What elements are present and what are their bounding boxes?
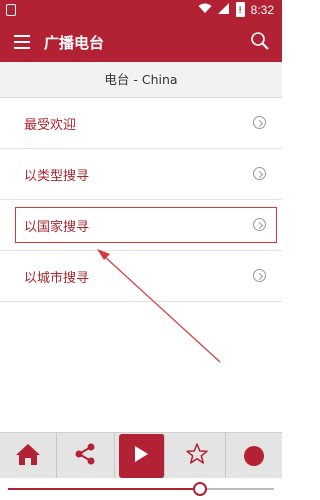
home-icon bbox=[15, 442, 41, 470]
status-time: 8:32 bbox=[250, 2, 274, 17]
notification-icon bbox=[6, 4, 16, 16]
record-button[interactable] bbox=[226, 433, 282, 479]
play-button[interactable] bbox=[118, 434, 165, 478]
favorite-button[interactable] bbox=[169, 433, 226, 479]
list-item-label: 以国家搜寻 bbox=[24, 220, 90, 235]
signal-icon bbox=[217, 2, 230, 17]
record-icon bbox=[243, 446, 264, 466]
home-button[interactable] bbox=[0, 433, 58, 479]
play-icon bbox=[133, 445, 149, 467]
menu-list: 最受欢迎 以类型搜寻 以国家搜寻 以城市搜寻 bbox=[0, 98, 282, 302]
status-icons: ! 8:32 bbox=[198, 2, 274, 17]
player-toolbar bbox=[0, 432, 282, 479]
list-item-by-country[interactable]: 以国家搜寻 bbox=[0, 200, 282, 251]
list-item-label: 最受欢迎 bbox=[24, 118, 77, 133]
app-screen: ! 8:32 广播电台 电台 - China 最受欢迎 以类型搜寻 以国家搜寻 bbox=[0, 0, 282, 500]
chevron-right-icon bbox=[253, 167, 266, 180]
hamburger-menu-icon[interactable] bbox=[14, 35, 30, 49]
list-item-by-genre[interactable]: 以类型搜寻 bbox=[0, 149, 282, 200]
battery-icon: ! bbox=[235, 2, 245, 17]
progress-thumb[interactable] bbox=[192, 482, 207, 496]
list-item-label: 以类型搜寻 bbox=[24, 169, 90, 184]
share-icon bbox=[73, 442, 97, 470]
progress-fill bbox=[8, 488, 200, 490]
star-icon bbox=[185, 442, 209, 470]
section-header: 电台 - China bbox=[0, 62, 282, 98]
chevron-right-icon bbox=[253, 218, 266, 231]
list-item-label: 以城市搜寻 bbox=[24, 271, 90, 286]
app-bar: 广播电台 bbox=[0, 22, 282, 62]
wifi-icon bbox=[198, 3, 212, 17]
search-icon[interactable] bbox=[250, 31, 270, 55]
app-title: 广播电台 bbox=[44, 34, 105, 52]
progress-track bbox=[8, 482, 274, 496]
chevron-right-icon bbox=[253, 269, 266, 282]
share-button[interactable] bbox=[57, 433, 115, 479]
list-item-popular[interactable]: 最受欢迎 bbox=[0, 98, 282, 149]
status-bar: ! 8:32 bbox=[0, 0, 282, 22]
progress-slider[interactable] bbox=[0, 478, 282, 500]
chevron-right-icon bbox=[253, 116, 266, 129]
list-item-by-city[interactable]: 以城市搜寻 bbox=[0, 251, 282, 302]
